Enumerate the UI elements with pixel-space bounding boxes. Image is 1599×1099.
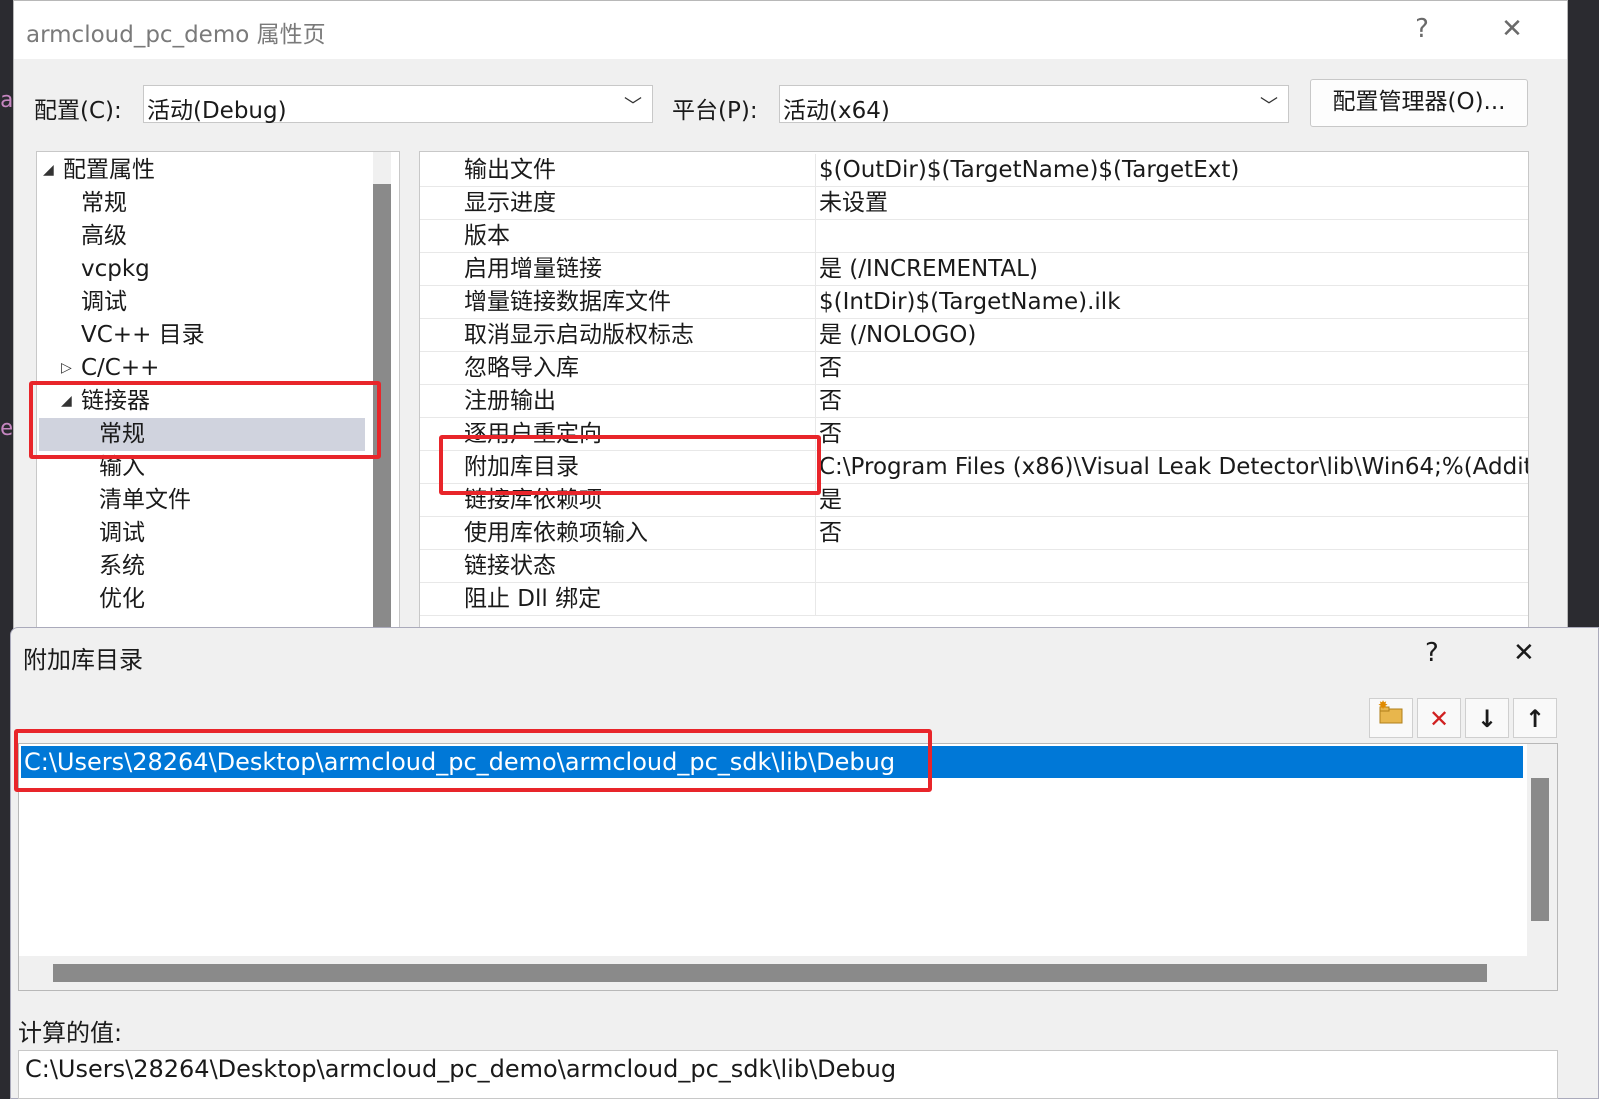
property-name: 注册输出	[464, 388, 556, 414]
column-separator	[815, 352, 816, 385]
title-bar: armcloud_pc_demo 属性页 ? ✕	[14, 1, 1567, 59]
column-separator	[815, 154, 816, 187]
column-separator	[815, 286, 816, 319]
column-separator	[815, 385, 816, 418]
property-value: $(IntDir)$(TargetName).ilk	[819, 289, 1121, 315]
property-row[interactable]: 忽略导入库 否	[420, 352, 1528, 385]
tree-item-label: vcpkg	[81, 256, 150, 282]
chevron-down-icon: ﹀	[1260, 96, 1278, 117]
property-name: 使用库依赖项输入	[464, 520, 648, 546]
property-row[interactable]: 显示进度 未设置	[420, 187, 1528, 220]
tree-item-general[interactable]: 常规	[81, 187, 127, 220]
property-row[interactable]: 增量链接数据库文件 $(IntDir)$(TargetName).ilk	[420, 286, 1528, 319]
move-down-icon[interactable]: ↓	[1465, 698, 1509, 738]
new-line-icon[interactable]: ✸	[1369, 698, 1413, 738]
property-name: 显示进度	[464, 190, 556, 216]
tree-item-label: 清单文件	[99, 487, 191, 513]
tree-item-label: 常规	[81, 190, 127, 216]
folder-new-icon: ✸	[1378, 698, 1403, 724]
tree-item-label: 配置属性	[63, 157, 155, 183]
property-name: 输出文件	[464, 157, 556, 183]
property-name: 取消显示启动版权标志	[464, 322, 694, 348]
property-value: 否	[819, 388, 842, 414]
column-separator	[815, 319, 816, 352]
dialog-title: 附加库目录	[23, 646, 143, 674]
chevron-down-icon: ﹀	[624, 96, 642, 117]
tree-item-config-properties[interactable]: ◢ 配置属性	[43, 154, 155, 187]
tree-item-label: VC++ 目录	[81, 322, 205, 348]
tree-item-debugging[interactable]: 调试	[81, 286, 127, 319]
highlight-box	[14, 729, 932, 792]
property-row[interactable]: 链接状态	[420, 550, 1528, 583]
property-value: 是 (/INCREMENTAL)	[819, 256, 1038, 282]
column-separator	[815, 220, 816, 253]
property-value: 未设置	[819, 190, 888, 216]
highlight-box	[439, 435, 821, 495]
config-dropdown[interactable]: 活动(Debug) ﹀	[143, 85, 653, 124]
property-name: 忽略导入库	[464, 355, 579, 381]
tree-item-linker-debugging[interactable]: 调试	[99, 517, 145, 550]
column-separator	[815, 253, 816, 286]
column-separator	[815, 517, 816, 550]
platform-dropdown[interactable]: 活动(x64) ﹀	[779, 85, 1289, 124]
property-value: C:\Program Files (x86)\Visual Leak Detec…	[819, 454, 1529, 480]
column-separator	[815, 550, 816, 583]
property-name: 增量链接数据库文件	[464, 289, 671, 315]
property-row[interactable]: 启用增量链接 是 (/INCREMENTAL)	[420, 253, 1528, 286]
column-separator	[815, 583, 816, 616]
platform-label: 平台(P):	[672, 98, 758, 124]
highlight-box	[29, 381, 381, 459]
tree-item-label: 系统	[99, 553, 145, 579]
property-row[interactable]: 阻止 Dll 绑定	[420, 583, 1528, 616]
property-row[interactable]: 使用库依赖项输入 否	[420, 517, 1528, 550]
property-value: 是	[819, 487, 842, 513]
tree-item-optimization[interactable]: 优化	[99, 583, 145, 616]
tree-item-label: 调试	[99, 520, 145, 546]
property-value: 否	[819, 520, 842, 546]
help-button[interactable]: ?	[1400, 9, 1444, 49]
editor-fragment: a	[0, 88, 14, 113]
list-vscroll-thumb[interactable]	[1531, 778, 1549, 921]
window-title: armcloud_pc_demo 属性页	[26, 22, 326, 48]
property-name: 版本	[464, 223, 510, 249]
list-hscroll-thumb[interactable]	[53, 964, 1487, 982]
property-row[interactable]: 版本	[420, 220, 1528, 253]
tree-item-manifest[interactable]: 清单文件	[99, 484, 191, 517]
property-value: 否	[819, 355, 842, 381]
tree-item-advanced[interactable]: 高级	[81, 220, 127, 253]
property-row[interactable]: 取消显示启动版权标志 是 (/NOLOGO)	[420, 319, 1528, 352]
property-grid: 输出文件 $(OutDir)$(TargetName)$(TargetExt) 显…	[419, 151, 1529, 641]
property-value: 是 (/NOLOGO)	[819, 322, 977, 348]
expand-arrow-icon: ◢	[43, 162, 54, 178]
dialog-help-button[interactable]: ?	[1425, 638, 1439, 668]
tree-item-vcpkg[interactable]: vcpkg	[81, 253, 150, 286]
tree-item-vc-directories[interactable]: VC++ 目录	[81, 319, 205, 352]
config-value: 活动(Debug)	[147, 98, 287, 124]
config-label: 配置(C):	[34, 98, 122, 124]
tree-item-label: 优化	[99, 586, 145, 612]
svg-text:✸: ✸	[1378, 699, 1388, 712]
property-name: 链接状态	[464, 553, 556, 579]
property-row[interactable]: 输出文件 $(OutDir)$(TargetName)$(TargetExt)	[420, 154, 1528, 187]
platform-value: 活动(x64)	[783, 98, 890, 124]
property-row[interactable]: 注册输出 否	[420, 385, 1528, 418]
property-name: 启用增量链接	[464, 256, 602, 282]
property-name: 阻止 Dll 绑定	[464, 586, 602, 612]
move-up-icon[interactable]: ↑	[1513, 698, 1557, 738]
dialog-close-icon[interactable]: ✕	[1513, 638, 1535, 668]
tree-item-label: 高级	[81, 223, 127, 249]
computed-value-box: C:\Users\28264\Desktop\armcloud_pc_demo\…	[18, 1050, 1558, 1099]
config-manager-button[interactable]: 配置管理器(O)...	[1310, 79, 1528, 127]
tree-item-label: C/C++	[81, 355, 160, 381]
close-icon[interactable]: ✕	[1490, 9, 1534, 49]
editor-fragment: e	[0, 416, 14, 441]
tree-item-label: 调试	[81, 289, 127, 315]
delete-line-icon[interactable]: ✕	[1417, 698, 1461, 738]
property-value: $(OutDir)$(TargetName)$(TargetExt)	[819, 157, 1240, 183]
computed-value-text: C:\Users\28264\Desktop\armcloud_pc_demo\…	[25, 1055, 897, 1083]
computed-value-label: 计算的值:	[18, 1019, 123, 1047]
tree-item-system[interactable]: 系统	[99, 550, 145, 583]
column-separator	[815, 187, 816, 220]
property-value: 否	[819, 421, 842, 447]
